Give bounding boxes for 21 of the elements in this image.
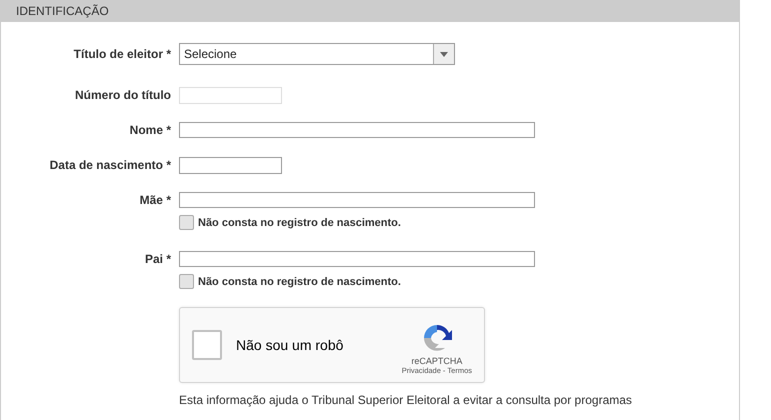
field-label: Data de nascimento * <box>48 157 171 174</box>
caret-icon <box>440 52 448 56</box>
info-text: Esta informação ajuda o Tribunal Superior Eleitoral a evitar a consulta por programas <box>179 393 633 407</box>
input-field[interactable] <box>179 122 535 138</box>
field-label: Pai * <box>144 251 171 268</box>
captcha-checkbox[interactable] <box>192 330 222 360</box>
input-field[interactable] <box>179 251 535 267</box>
checkbox[interactable] <box>179 215 194 230</box>
field-label: Número do título <box>74 87 171 104</box>
input-field[interactable] <box>179 156 282 174</box>
section-header: IDENTIFICAÇÃO <box>1 0 739 22</box>
checkbox-label: Não consta no registro de nascimento. <box>198 276 401 288</box>
input-field[interactable] <box>179 192 535 208</box>
field-label: Mãe * <box>138 192 171 209</box>
field-label: Título de eleitor * <box>72 46 171 63</box>
field-label: Nome * <box>128 122 171 139</box>
checkbox[interactable] <box>179 274 194 289</box>
title-select[interactable]: Selecione <box>179 43 455 65</box>
captcha-brand: reCAPTCHA <box>411 356 462 366</box>
captcha-label: Não sou um robô <box>236 337 344 353</box>
checkbox-label: Não consta no registro de nascimento. <box>198 216 401 228</box>
